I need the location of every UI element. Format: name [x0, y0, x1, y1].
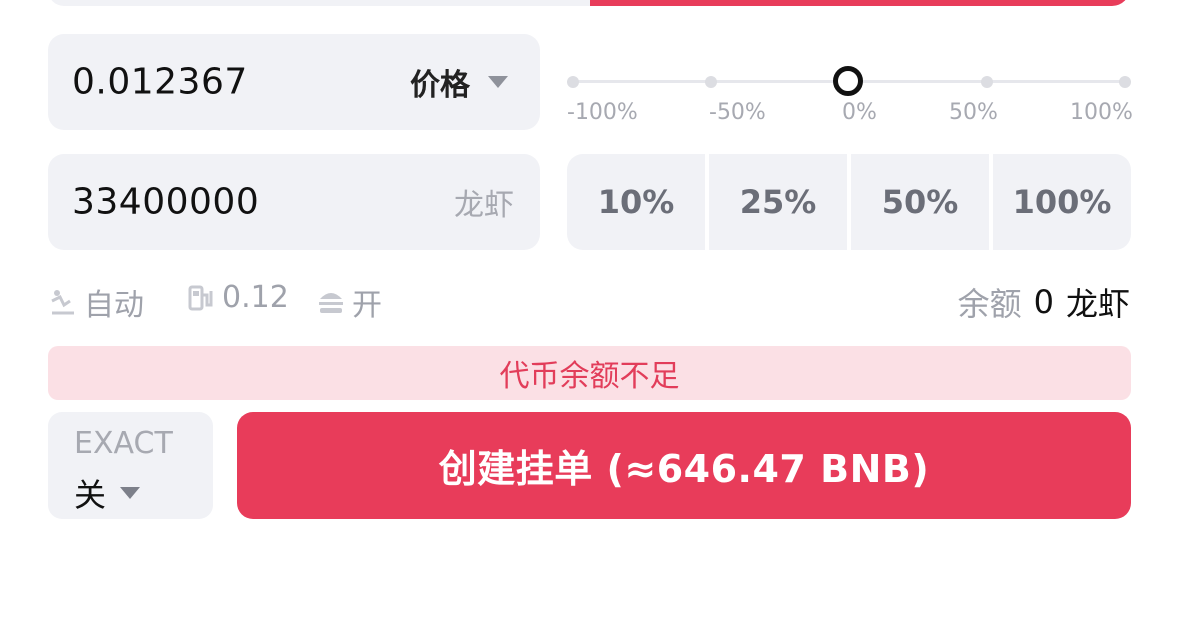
percent-100-button[interactable]: 100%: [989, 154, 1131, 250]
price-mode-label: 价格: [410, 68, 470, 103]
slider-dot[interactable]: [705, 76, 717, 88]
burger-icon: [319, 293, 343, 313]
percent-25-button[interactable]: 25%: [705, 154, 847, 250]
slippage-icon: [51, 290, 74, 315]
balance-label: 余额: [957, 285, 1022, 323]
amount-input[interactable]: 33400000: [72, 182, 259, 223]
slider-dot[interactable]: [981, 76, 993, 88]
insufficient-balance-warning: 代币余额不足: [48, 346, 1131, 400]
amount-field[interactable]: 33400000 龙虾: [48, 154, 540, 250]
exact-value-text: 关: [74, 476, 107, 514]
price-field[interactable]: 0.012367 价格: [48, 34, 540, 130]
slider-tick-label: -100%: [567, 100, 638, 125]
quick-percent-group: 10% 25% 50% 100%: [567, 154, 1131, 250]
create-order-label: 创建挂单 (≈646.47 BNB): [438, 447, 930, 491]
slider-dot[interactable]: [1119, 76, 1131, 88]
mev-toggle-label: 开: [352, 288, 382, 323]
percent-10-button[interactable]: 10%: [567, 154, 705, 250]
percent-50-button[interactable]: 50%: [847, 154, 989, 250]
amount-unit: 龙虾: [454, 188, 514, 223]
gas-value: 0.12: [222, 280, 289, 315]
price-mode-select[interactable]: 价格: [410, 60, 508, 104]
balance-unit: 龙虾: [1065, 285, 1130, 323]
slider-tick-label: 0%: [842, 100, 877, 125]
exact-value: 关: [74, 470, 141, 516]
tab-sell-edge[interactable]: [590, 0, 1130, 6]
slider-knob[interactable]: [833, 66, 863, 96]
create-order-button[interactable]: 创建挂单 (≈646.47 BNB): [237, 412, 1131, 519]
exact-title: EXACT: [74, 426, 173, 461]
tab-buy-edge[interactable]: [48, 0, 590, 6]
gas-pump-icon: [188, 285, 213, 310]
price-input[interactable]: 0.012367: [72, 62, 248, 103]
exact-toggle[interactable]: EXACT 关: [48, 412, 213, 519]
slider-dot[interactable]: [567, 76, 579, 88]
slider-tick-label: 100%: [1070, 100, 1133, 125]
chevron-down-icon: [488, 76, 508, 88]
slider-tick-label: 50%: [949, 100, 998, 125]
balance-value: 0: [1033, 283, 1054, 321]
chevron-down-icon: [120, 487, 141, 499]
mev-protect-option[interactable]: 开: [316, 280, 382, 324]
auto-label: 自动: [84, 288, 144, 323]
slider-tick-label: -50%: [709, 100, 766, 125]
slippage-option[interactable]: 自动: [48, 280, 144, 324]
balance-display: 余额 0 龙虾: [958, 279, 1130, 325]
gas-option[interactable]: 0.12: [186, 280, 289, 315]
